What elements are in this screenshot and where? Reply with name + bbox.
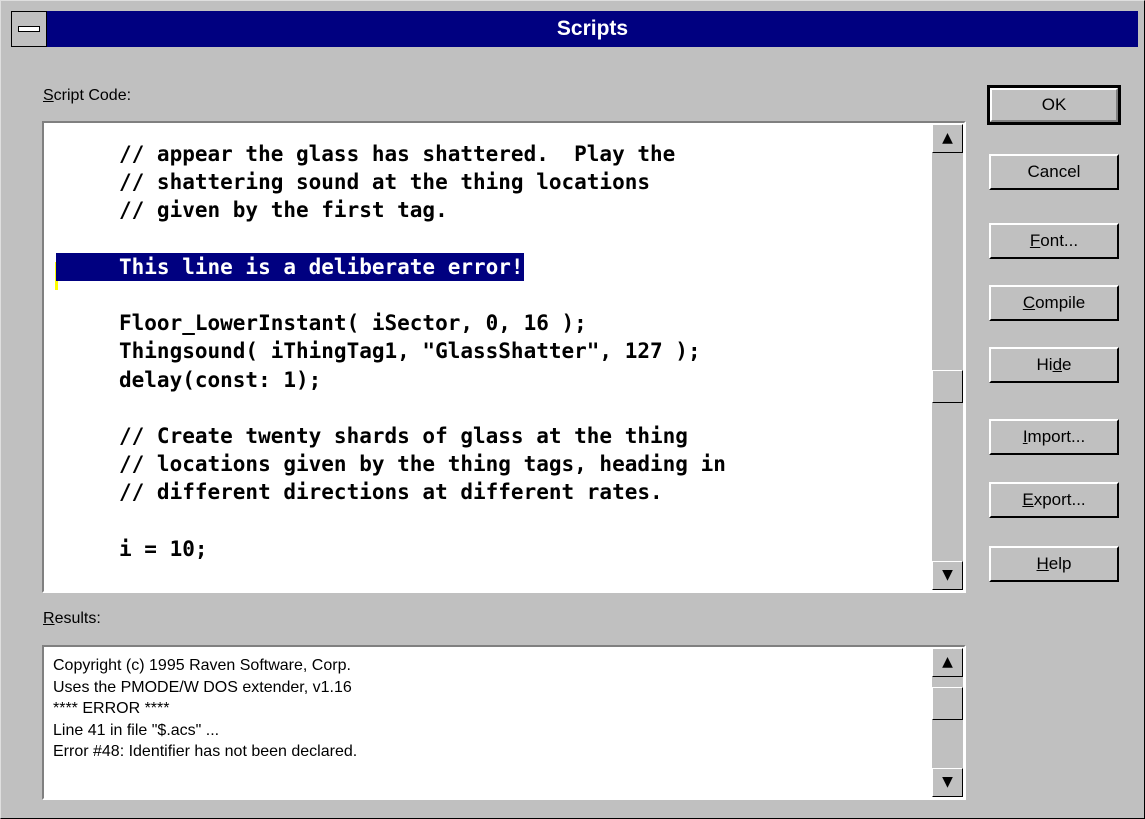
cancel-button-label: Cancel — [1027, 162, 1081, 181]
hide-button-mnemonic: d — [1052, 355, 1063, 374]
results-scroll-thumb[interactable] — [932, 687, 963, 720]
up-arrow-icon: ▲ — [942, 130, 953, 146]
results-text-area[interactable]: Copyright (c) 1995 Raven Software, Corp.… — [47, 650, 930, 796]
result-line: Error #48: Identifier has not been decla… — [53, 743, 358, 760]
export-button-label: xport... — [1033, 490, 1086, 509]
result-line: Copyright (c) 1995 Raven Software, Corp. — [53, 657, 351, 674]
code-line: Thingsound( iThingTag1, "GlassShatter", … — [119, 339, 701, 364]
hide-button-label-end: e — [1062, 355, 1072, 374]
down-arrow-icon: ▼ — [942, 774, 953, 790]
system-menu-icon — [18, 26, 40, 32]
results-vertical-scrollbar[interactable]: ▲ ▼ — [932, 648, 963, 797]
compile-button[interactable]: Compile — [989, 285, 1119, 321]
code-line: // locations given by the thing tags, he… — [119, 452, 726, 477]
down-arrow-icon: ▼ — [942, 567, 953, 583]
system-menu-button[interactable] — [11, 11, 47, 47]
code-scroll-thumb[interactable] — [932, 370, 963, 403]
code-line: // given by the first tag. — [119, 198, 448, 223]
scripts-dialog: Scripts Script Code: // appear the glass… — [0, 0, 1145, 819]
results-label-mnemonic: R — [43, 610, 55, 627]
code-scroll-down-button[interactable]: ▼ — [932, 561, 963, 590]
help-button[interactable]: Help — [989, 546, 1119, 582]
hide-button-label-start: Hi — [1036, 355, 1053, 374]
import-button-label: mport... — [1027, 427, 1086, 446]
results-scroll-up-button[interactable]: ▲ — [932, 648, 963, 677]
help-button-label: elp — [1048, 554, 1072, 573]
compile-button-mnemonic: C — [1022, 293, 1036, 312]
code-line: // shattering sound at the thing locatio… — [119, 170, 651, 195]
font-button[interactable]: Font... — [989, 223, 1119, 259]
code-scroll-track[interactable] — [932, 153, 963, 561]
selected-code-line: This line is a deliberate error! — [56, 252, 524, 281]
code-line: delay(const: 1); — [119, 367, 322, 392]
results-label: Results: — [43, 610, 101, 628]
results-scroll-track[interactable] — [932, 677, 963, 768]
up-arrow-icon: ▲ — [942, 654, 953, 670]
code-line: // Create twenty shards of glass at the … — [119, 424, 688, 448]
code-line: // different directions at different rat… — [119, 480, 663, 505]
hide-button[interactable]: Hide — [989, 347, 1119, 383]
title-bar[interactable]: Scripts — [11, 11, 1138, 47]
result-line: Uses the PMODE/W DOS extender, v1.16 — [53, 678, 352, 696]
compile-button-label: ompile — [1035, 293, 1086, 312]
code-line: // appear the glass has shattered. Play … — [119, 142, 676, 166]
code-vertical-scrollbar[interactable]: ▲ ▼ — [932, 124, 963, 590]
code-line: Floor_LowerInstant( iSector, 0, 16 ); — [119, 311, 587, 336]
font-button-mnemonic: F — [1029, 231, 1041, 250]
import-button[interactable]: Import... — [989, 419, 1119, 455]
export-button[interactable]: Export... — [989, 482, 1119, 518]
code-text-area[interactable]: // appear the glass has shattered. Play … — [47, 126, 930, 589]
result-line: **** ERROR **** — [53, 700, 170, 717]
script-code-label-text: cript Code: — [53, 87, 132, 104]
help-button-mnemonic: H — [1036, 554, 1049, 573]
script-code-editor[interactable]: // appear the glass has shattered. Play … — [42, 121, 966, 593]
code-line: i = 10; — [119, 536, 208, 561]
result-line: Line 41 in file "$.acs" ... — [53, 721, 220, 739]
script-code-label-mnemonic: S — [43, 87, 54, 104]
ok-button-label: OK — [1041, 95, 1067, 114]
results-label-text: esults: — [54, 610, 101, 627]
font-button-label: ont... — [1040, 231, 1079, 250]
script-code-label: Script Code: — [43, 87, 131, 105]
code-scroll-up-button[interactable]: ▲ — [932, 124, 963, 153]
results-scroll-down-button[interactable]: ▼ — [932, 768, 963, 797]
cancel-button[interactable]: Cancel — [989, 154, 1119, 190]
export-button-mnemonic: E — [1022, 490, 1034, 509]
ok-button[interactable]: OK — [987, 85, 1121, 125]
results-box[interactable]: Copyright (c) 1995 Raven Software, Corp.… — [42, 645, 966, 800]
window-title: Scripts — [556, 17, 629, 40]
